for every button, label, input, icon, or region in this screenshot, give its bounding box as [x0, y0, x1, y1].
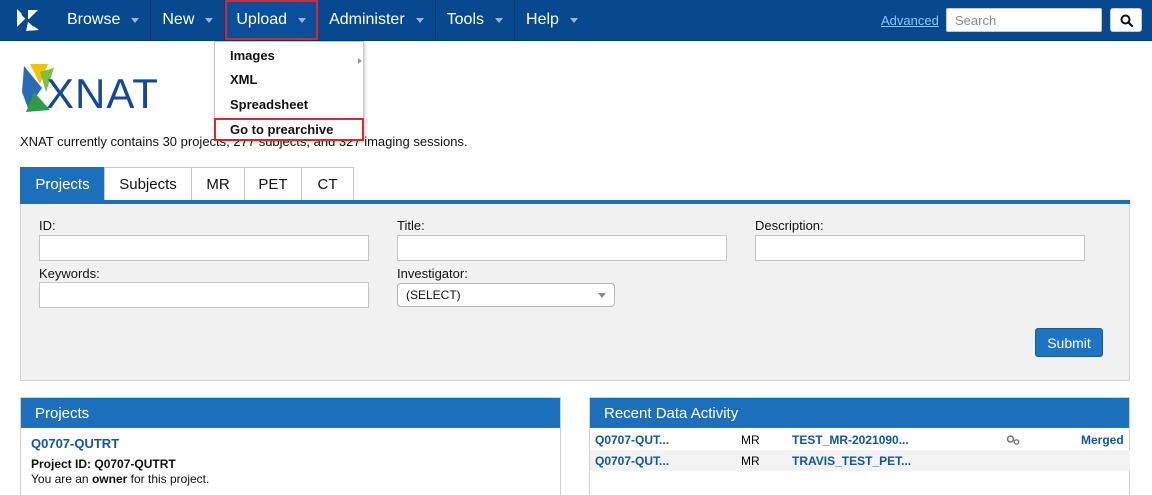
- tab-mr[interactable]: MR: [191, 167, 245, 201]
- nav-browse[interactable]: Browse: [56, 0, 152, 40]
- tab-ct[interactable]: CT: [301, 167, 354, 201]
- project-id-value: Q0707-QUTRT: [94, 457, 176, 471]
- id-label: ID:: [39, 218, 56, 233]
- project-id-line: Project ID: Q0707-QUTRT: [31, 457, 176, 471]
- top-navbar: Browse New Upload Administer Tools Help …: [0, 0, 1152, 41]
- projects-panel-title: Projects: [21, 398, 560, 428]
- recent-activity-panel: Recent Data Activity Q0707-QUT... MR TES…: [589, 397, 1130, 495]
- activity-modality: MR: [741, 454, 760, 468]
- menu-item-go-to-prearchive[interactable]: Go to prearchive: [230, 122, 333, 137]
- svg-text:XNAT: XNAT: [46, 70, 159, 114]
- investigator-select[interactable]: (SELECT): [397, 283, 615, 307]
- nav-administer[interactable]: Administer: [318, 0, 436, 40]
- nav-new-label: New: [162, 11, 195, 28]
- nav-administer-label: Administer: [329, 11, 405, 28]
- activity-session-link[interactable]: TEST_MR-2021090...: [792, 433, 909, 447]
- nav-tools-label: Tools: [446, 11, 485, 28]
- gears-icon: [1006, 435, 1020, 445]
- chevron-down-icon: [131, 17, 140, 23]
- activity-project-link[interactable]: Q0707-QUT...: [595, 433, 669, 447]
- activity-status: Merged: [1081, 433, 1124, 447]
- role-suffix: for this project.: [130, 472, 210, 486]
- advanced-search-link[interactable]: Advanced: [881, 13, 939, 28]
- activity-row: Q0707-QUT... MR TEST_MR-2021090... Merge…: [590, 429, 1130, 450]
- project-role-line: You are an owner for this project.: [31, 472, 209, 486]
- search-button[interactable]: [1110, 8, 1142, 32]
- description-field[interactable]: [755, 235, 1085, 261]
- recent-activity-title: Recent Data Activity: [590, 398, 1129, 428]
- activity-project-link[interactable]: Q0707-QUT...: [595, 454, 669, 468]
- projects-panel: Projects Q0707-QUTRT Project ID: Q0707-Q…: [20, 397, 561, 495]
- xnat-logo: XNAT: [22, 64, 159, 114]
- nav-new[interactable]: New: [151, 0, 226, 40]
- role-prefix: You are an: [31, 472, 89, 486]
- id-field[interactable]: [39, 235, 369, 261]
- chevron-right-icon: [358, 58, 362, 64]
- search-icon: [1120, 14, 1133, 27]
- project-search-form: ID: Title: Description: Keywords: Invest…: [20, 204, 1130, 381]
- chevron-down-icon: [569, 17, 578, 23]
- tab-projects[interactable]: Projects: [20, 167, 105, 201]
- chevron-down-icon: [298, 17, 307, 23]
- chevron-down-icon: [495, 17, 504, 23]
- investigator-select-value: (SELECT): [406, 288, 461, 302]
- title-field[interactable]: [397, 235, 727, 261]
- tab-subjects[interactable]: Subjects: [104, 167, 192, 201]
- upload-dropdown-menu: Images XML Spreadsheet Go to prearchive: [214, 41, 364, 140]
- menu-item-images-label: Images: [230, 48, 275, 63]
- activity-modality: MR: [741, 433, 760, 447]
- investigator-label: Investigator:: [397, 266, 468, 281]
- nav-upload[interactable]: Upload: [225, 0, 319, 40]
- keywords-label: Keywords:: [39, 266, 100, 281]
- chevron-down-icon: [205, 17, 214, 23]
- keywords-field[interactable]: [39, 282, 369, 308]
- chevron-down-icon: [598, 293, 606, 298]
- search-input[interactable]: [946, 8, 1102, 32]
- chevron-down-icon: [415, 17, 424, 23]
- nav-help-label: Help: [526, 11, 559, 28]
- title-label: Title:: [397, 218, 425, 233]
- nav-help[interactable]: Help: [515, 0, 589, 40]
- search-tabs: Projects Subjects MR PET CT: [20, 167, 354, 201]
- menu-item-spreadsheet[interactable]: Spreadsheet: [230, 97, 308, 112]
- submit-button[interactable]: Submit: [1035, 328, 1103, 357]
- menu-item-xml[interactable]: XML: [230, 72, 257, 87]
- nav-upload-label: Upload: [236, 11, 288, 28]
- project-link[interactable]: Q0707-QUTRT: [31, 436, 119, 451]
- project-id-label: Project ID:: [31, 457, 92, 471]
- activity-session-link[interactable]: TRAVIS_TEST_PET...: [792, 454, 911, 468]
- nav-tools[interactable]: Tools: [436, 0, 516, 40]
- description-label: Description:: [755, 218, 824, 233]
- nav-browse-label: Browse: [67, 11, 121, 28]
- menu-item-images[interactable]: Images: [230, 48, 362, 64]
- activity-row: Q0707-QUT... MR TRAVIS_TEST_PET...: [590, 450, 1130, 471]
- role-value: owner: [91, 472, 128, 486]
- tab-pet[interactable]: PET: [244, 167, 302, 201]
- xnat-logo-icon[interactable]: [14, 6, 42, 34]
